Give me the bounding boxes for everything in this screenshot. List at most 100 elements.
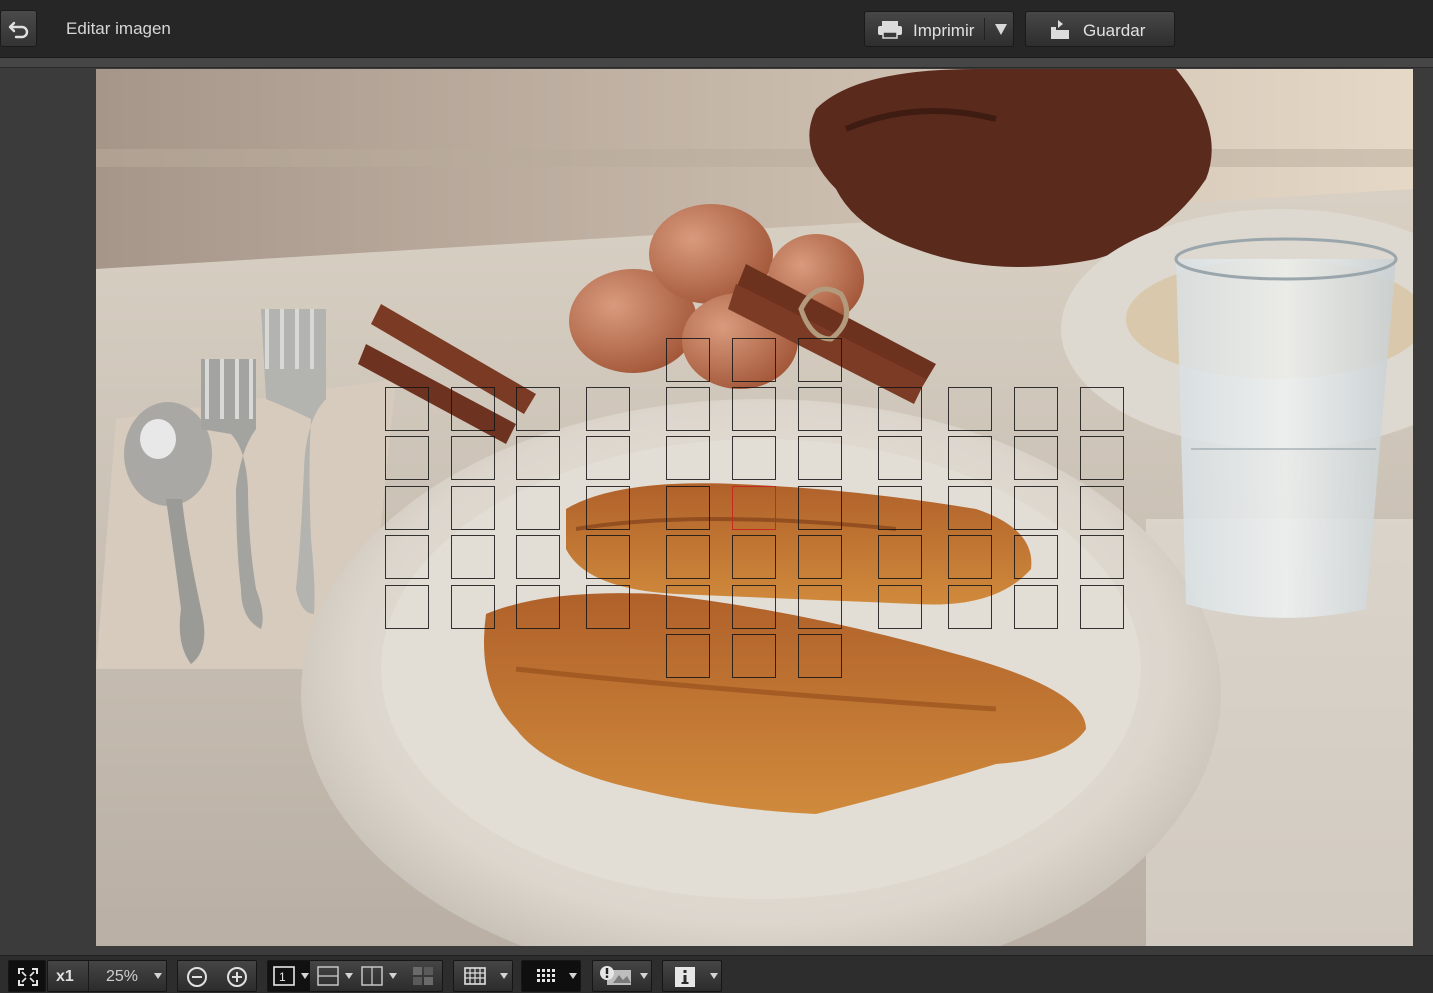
af-point (516, 486, 560, 530)
af-point (666, 535, 710, 579)
grid-button[interactable] (453, 960, 513, 992)
af-point (586, 436, 630, 480)
grid-icon (464, 967, 486, 985)
fit-to-screen-button[interactable] (8, 960, 46, 992)
af-point (666, 585, 710, 629)
af-point (666, 634, 710, 678)
zoom-dropdown-icon[interactable] (154, 973, 162, 979)
af-point (798, 486, 842, 530)
highlight-warning-button[interactable] (592, 960, 652, 992)
af-point (732, 387, 776, 431)
split-view-button[interactable] (356, 961, 398, 991)
af-point (1014, 436, 1058, 480)
af-points-overlay (96, 69, 1413, 946)
af-point (385, 585, 429, 629)
split-view-icon (361, 966, 383, 986)
af-point (948, 486, 992, 530)
undo-arrow-icon (8, 21, 29, 39)
af-point (878, 436, 922, 480)
compare-view-icon (317, 966, 339, 986)
single-view-icon: 1 (273, 966, 295, 986)
highlight-warning-icon (600, 966, 631, 985)
af-point (798, 387, 842, 431)
af-point (798, 338, 842, 382)
af-point (1014, 535, 1058, 579)
split-view-dropdown-icon[interactable] (389, 973, 397, 979)
af-point (1014, 585, 1058, 629)
print-divider (984, 18, 985, 40)
af-point (586, 387, 630, 431)
info-dropdown-icon[interactable] (710, 973, 718, 979)
af-point (586, 585, 630, 629)
af-point (385, 535, 429, 579)
af-point (385, 436, 429, 480)
zoom-divider (88, 961, 89, 991)
grid-dropdown-icon[interactable] (500, 973, 508, 979)
af-point (1014, 387, 1058, 431)
af-point (586, 535, 630, 579)
printer-icon (878, 21, 902, 39)
af-point (948, 535, 992, 579)
af-point (798, 585, 842, 629)
fit-to-screen-icon (18, 968, 38, 986)
af-point (666, 387, 710, 431)
zoom-buttons (177, 960, 257, 992)
af-point (385, 387, 429, 431)
info-icon (675, 967, 695, 987)
af-point (1080, 535, 1124, 579)
af-point (732, 436, 776, 480)
single-view-button[interactable]: 1 (268, 961, 310, 991)
af-point (1080, 436, 1124, 480)
highlight-warning-dropdown-icon[interactable] (640, 973, 648, 979)
print-button[interactable]: Imprimir (864, 11, 1014, 47)
af-point (732, 585, 776, 629)
single-view-dropdown-icon[interactable] (301, 973, 309, 979)
af-point (732, 338, 776, 382)
af-point (451, 486, 495, 530)
af-point (1014, 486, 1058, 530)
image-editor-window: Editar imagen Imprimir Guardar x1 25% 1 (0, 0, 1433, 993)
af-point (666, 486, 710, 530)
zoom-in-icon[interactable] (226, 966, 248, 988)
af-point (666, 338, 710, 382)
af-point (451, 585, 495, 629)
af-point (798, 436, 842, 480)
af-point (451, 387, 495, 431)
print-dropdown-icon[interactable] (995, 24, 1007, 35)
af-points-dropdown-icon[interactable] (569, 973, 577, 979)
af-point (385, 486, 429, 530)
af-point-active (732, 486, 776, 530)
header-separator (0, 58, 1433, 68)
bottom-toolbar: x1 25% 1 (0, 955, 1433, 993)
af-point (516, 585, 560, 629)
compare-view-dropdown-icon[interactable] (345, 973, 353, 979)
af-point (948, 585, 992, 629)
zoom-out-icon[interactable] (186, 966, 208, 988)
top-toolbar: Editar imagen Imprimir Guardar (0, 0, 1433, 58)
af-point (948, 387, 992, 431)
print-label: Imprimir (913, 21, 975, 40)
page-title: Editar imagen (66, 19, 171, 38)
zoom-select[interactable]: 25% (106, 968, 138, 986)
save-icon (1051, 20, 1069, 39)
af-point (1080, 486, 1124, 530)
af-point (1080, 387, 1124, 431)
af-point (1080, 585, 1124, 629)
af-point (732, 634, 776, 678)
af-point (732, 535, 776, 579)
af-points-button[interactable] (521, 960, 581, 992)
save-button[interactable]: Guardar (1025, 11, 1175, 47)
af-point (451, 535, 495, 579)
save-label: Guardar (1083, 21, 1146, 40)
zoom-1x-button[interactable]: x1 (56, 968, 74, 986)
af-point (516, 436, 560, 480)
af-point (586, 486, 630, 530)
compare-view-button[interactable] (312, 961, 354, 991)
af-point (516, 387, 560, 431)
multi-view-button[interactable] (404, 961, 442, 991)
info-button[interactable] (662, 960, 722, 992)
af-point (878, 387, 922, 431)
back-button[interactable] (0, 10, 37, 47)
zoom-control[interactable]: x1 25% (47, 960, 167, 992)
photo-canvas[interactable] (96, 69, 1413, 946)
